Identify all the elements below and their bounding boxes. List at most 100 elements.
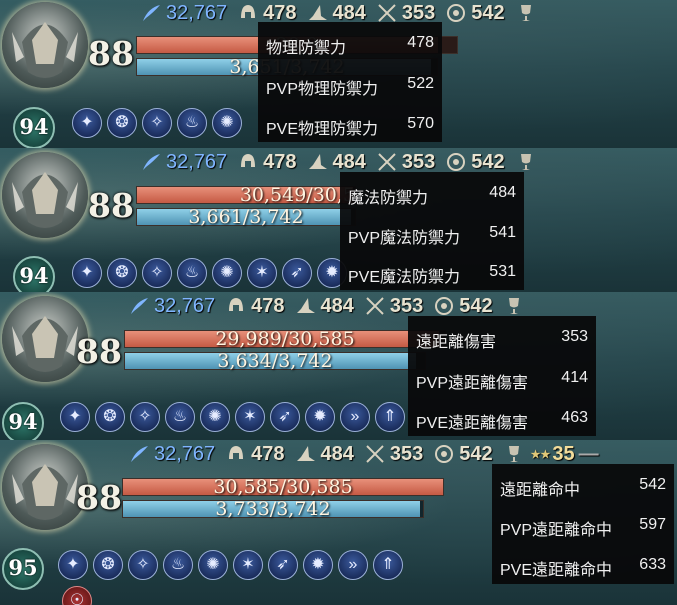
tooltip-label: PVE魔法防禦力 bbox=[348, 269, 461, 286]
skill-icon[interactable]: ✺ bbox=[200, 402, 230, 432]
skill-icon[interactable]: ♨ bbox=[177, 108, 207, 138]
skill-icon[interactable]: ❂ bbox=[93, 550, 123, 580]
tooltip-value: 353 bbox=[561, 328, 588, 345]
skill-icon[interactable]: ✹ bbox=[305, 402, 335, 432]
combat-power[interactable]: 32,767 bbox=[140, 2, 227, 25]
tooltip-label: 遠距離傷害 bbox=[416, 334, 497, 351]
ranged-accuracy-stat[interactable]: 542 bbox=[445, 2, 505, 25]
tooltip-label: 物理防禦力 bbox=[266, 40, 347, 57]
skill-icon[interactable]: ✺ bbox=[212, 108, 242, 138]
stat-tooltip: 魔法防禦力 484 PVP魔法防禦力 541 PVE魔法防禦力 531 bbox=[340, 172, 524, 290]
mp-bar: 3,634/3,742 bbox=[124, 350, 426, 372]
mp-bar: 3,661/3,742 bbox=[136, 206, 356, 228]
skill-icon[interactable]: ➶ bbox=[270, 402, 300, 432]
crossed-arrows-icon bbox=[378, 4, 396, 22]
skill-icon[interactable]: ♨ bbox=[163, 550, 193, 580]
trophy-stat[interactable] bbox=[515, 151, 541, 173]
character-panel-3: 88 94 32,767 478 484 353 542 29,989/30,5… bbox=[0, 292, 677, 440]
skill-icon[interactable]: ✧ bbox=[142, 108, 172, 138]
hp-text: 29,989/30,585 bbox=[215, 328, 355, 350]
ranged-damage-stat[interactable]: 353 bbox=[364, 295, 423, 318]
hp-text: 30,585/30,585 bbox=[213, 476, 353, 498]
combat-power[interactable]: 32,767 bbox=[140, 151, 227, 174]
character-level: 88 bbox=[76, 332, 122, 371]
mp-text: 3,733/3,742 bbox=[215, 498, 331, 520]
skill-icon[interactable]: ❂ bbox=[107, 108, 137, 138]
sublevel-badge: 95 bbox=[2, 548, 44, 590]
character-panel-1: 88 94 32,767 478 484 353 542 28,8 3,651/… bbox=[0, 0, 677, 148]
character-level: 88 bbox=[88, 34, 134, 73]
magic-defense-stat[interactable]: 484 bbox=[307, 151, 366, 174]
stat-tooltip: 遠距離命中 542 PVP遠距離命中 597 PVE遠距離命中 633 bbox=[492, 464, 674, 584]
helmet-icon bbox=[229, 298, 244, 311]
wizard-hat-icon bbox=[308, 154, 327, 169]
feather-icon bbox=[143, 154, 160, 170]
combat-power[interactable]: 32,767 bbox=[128, 295, 215, 318]
skill-icon[interactable]: ✦ bbox=[60, 402, 90, 432]
buff-icon[interactable]: ☉ bbox=[62, 586, 92, 605]
magic-defense-stat[interactable]: 484 bbox=[295, 443, 354, 466]
target-icon bbox=[435, 445, 454, 463]
ranged-accuracy-stat[interactable]: 542 bbox=[433, 443, 493, 466]
character-level: 88 bbox=[76, 478, 122, 517]
skill-bar: ✦ ❂ ✧ ♨ ✺ ✶ ➶ ✹ » ⇑ bbox=[60, 402, 410, 432]
skill-icon[interactable]: ❂ bbox=[95, 402, 125, 432]
character-portrait[interactable] bbox=[2, 2, 88, 88]
skill-icon[interactable]: ✺ bbox=[198, 550, 228, 580]
skill-icon[interactable]: ✦ bbox=[58, 550, 88, 580]
character-level: 88 bbox=[88, 186, 134, 225]
skill-icon[interactable]: ✧ bbox=[128, 550, 158, 580]
skill-icon[interactable]: ✦ bbox=[72, 258, 102, 288]
feather-icon bbox=[143, 5, 160, 21]
tooltip-value: 541 bbox=[489, 224, 516, 241]
skill-icon[interactable]: ✶ bbox=[233, 550, 263, 580]
target-icon bbox=[447, 4, 466, 22]
ranged-accuracy-stat[interactable]: 542 bbox=[433, 295, 493, 318]
skill-icon[interactable]: » bbox=[340, 402, 370, 432]
skill-icon[interactable]: ✦ bbox=[72, 108, 102, 138]
trophy-icon bbox=[508, 298, 519, 314]
trophy-stat[interactable] bbox=[515, 2, 541, 24]
wizard-hat-icon bbox=[308, 5, 327, 20]
skill-icon[interactable]: ➶ bbox=[282, 258, 312, 288]
mp-text: 3,661/3,742 bbox=[188, 206, 304, 228]
ranged-damage-stat[interactable]: 353 bbox=[364, 443, 423, 466]
tooltip-value: 522 bbox=[407, 75, 434, 92]
tooltip-value: 414 bbox=[561, 369, 588, 386]
hp-bar: 30,585/30,585 bbox=[122, 476, 444, 498]
skill-icon[interactable]: ✶ bbox=[235, 402, 265, 432]
trophy-icon bbox=[520, 154, 531, 170]
trophy-stat[interactable] bbox=[503, 443, 529, 465]
skill-icon[interactable]: ➶ bbox=[268, 550, 298, 580]
skill-icon[interactable]: ✶ bbox=[247, 258, 277, 288]
defense-stat[interactable]: 478 bbox=[225, 295, 285, 318]
character-portrait[interactable] bbox=[2, 152, 88, 238]
defense-stat[interactable]: 478 bbox=[225, 443, 285, 466]
combat-power[interactable]: 32,767 bbox=[128, 443, 215, 466]
skill-icon[interactable]: ⇑ bbox=[375, 402, 405, 432]
skill-icon[interactable]: ⇑ bbox=[373, 550, 403, 580]
skill-icon[interactable]: ✺ bbox=[212, 258, 242, 288]
magic-defense-stat[interactable]: 484 bbox=[295, 295, 354, 318]
tooltip-value: 570 bbox=[407, 115, 434, 132]
tooltip-value: 531 bbox=[489, 263, 516, 280]
skill-bar: ✦ ❂ ✧ ♨ ✺ bbox=[72, 108, 247, 138]
tooltip-label: PVP魔法防禦力 bbox=[348, 230, 461, 247]
tooltip-value: 542 bbox=[639, 476, 666, 493]
skill-icon[interactable]: ✧ bbox=[142, 258, 172, 288]
tooltip-value: 478 bbox=[407, 34, 434, 51]
mp-bar: 3,733/3,742 bbox=[122, 498, 424, 520]
skill-icon[interactable]: ♨ bbox=[165, 402, 195, 432]
skill-icon[interactable]: ✧ bbox=[130, 402, 160, 432]
ranged-accuracy-stat[interactable]: 542 bbox=[445, 151, 505, 174]
skill-icon[interactable]: ❂ bbox=[107, 258, 137, 288]
ranged-damage-stat[interactable]: 353 bbox=[376, 151, 435, 174]
stat-tooltip: 遠距離傷害 353 PVP遠距離傷害 414 PVE遠距離傷害 463 bbox=[408, 316, 596, 436]
skill-icon[interactable]: » bbox=[338, 550, 368, 580]
trophy-stat[interactable] bbox=[503, 295, 529, 317]
defense-stat[interactable]: 478 bbox=[237, 151, 297, 174]
skill-icon[interactable]: ✹ bbox=[303, 550, 333, 580]
sublevel-badge: 94 bbox=[13, 256, 55, 292]
character-panel-4: 88 95 32,767 478 484 353 542 ★★ 35 — 30,… bbox=[0, 440, 677, 605]
skill-icon[interactable]: ♨ bbox=[177, 258, 207, 288]
